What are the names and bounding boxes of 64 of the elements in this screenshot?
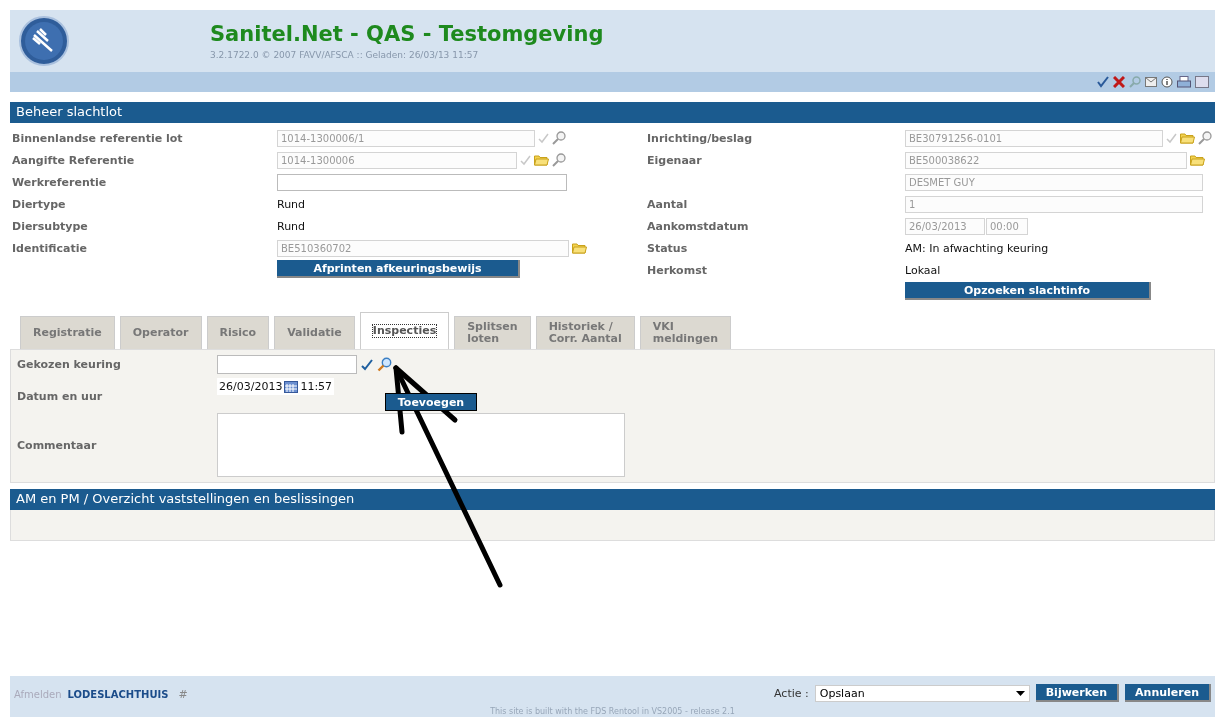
close-icon[interactable]	[1113, 76, 1125, 88]
tab[interactable]: Historiek / Corr. Aantal	[535, 316, 635, 349]
field-label: Aantal	[647, 197, 689, 211]
tab[interactable]: Inspecties	[359, 312, 450, 349]
field-value: Rund	[277, 197, 306, 211]
section-title-bar: AM en PM / Overzicht vaststellingen en beslissingen	[10, 489, 1215, 510]
folder-icon[interactable]	[534, 154, 549, 166]
user-name: LODESLACHTHUIS	[67, 689, 169, 700]
logout-link[interactable]: Afmelden	[14, 689, 62, 700]
field-label: Identificatie	[12, 241, 88, 255]
field-value: Rund	[277, 219, 306, 233]
field-label: Binnenlandse referentie lot	[12, 131, 184, 145]
caret-icon[interactable]	[1015, 690, 1025, 696]
section-title-bar: Beheer slachtlot	[10, 102, 1215, 123]
field-value: AM: In afwachting keuring	[905, 241, 1049, 255]
comment-field[interactable]	[217, 413, 625, 477]
field-label: Gekozen keuring	[17, 358, 122, 371]
version-text: 3.2.1722.0 © 2007 FAVV/AFSCA :: Geladen: 26/03/13 11:57	[210, 50, 480, 60]
field-label: Diersubtype	[12, 219, 89, 233]
envelope-icon[interactable]	[1145, 77, 1157, 87]
field-label: Inrichting/beslag	[647, 131, 754, 145]
action-label: Actie :	[774, 686, 809, 700]
action-button[interactable]: Afprinten afkeuringsbewijs	[277, 260, 520, 278]
search-icon[interactable]	[377, 357, 392, 372]
tab[interactable]: Operator	[119, 316, 202, 349]
field-label: Aankomstdatum	[647, 219, 750, 233]
field-label: Diertype	[12, 197, 67, 211]
field-value: Lokaal	[905, 263, 941, 277]
check-icon[interactable]	[361, 358, 373, 371]
logo-icon	[18, 15, 70, 67]
date-value[interactable]: 26/03/2013	[219, 380, 283, 393]
calendar-icon[interactable]	[284, 380, 299, 393]
update-button[interactable]: Bijwerken	[1035, 684, 1120, 702]
field-label: Status	[647, 241, 689, 255]
hash-link[interactable]: #	[178, 688, 188, 701]
printer-icon[interactable]	[1177, 75, 1191, 89]
time-value[interactable]: 11:57	[300, 380, 333, 393]
search-icon[interactable]	[1198, 131, 1212, 145]
info-icon[interactable]	[1161, 76, 1173, 88]
field-label: Werkreferentie	[12, 175, 108, 189]
document-icon[interactable]	[1195, 76, 1209, 88]
folder-icon[interactable]	[572, 242, 587, 254]
field-label: Aangifte Referentie	[12, 153, 136, 167]
cancel-button[interactable]: Annuleren	[1125, 684, 1211, 702]
field-label: Herkomst	[647, 263, 708, 277]
folder-icon[interactable]	[1180, 132, 1195, 144]
field-label: Commentaar	[17, 438, 98, 452]
tab[interactable]: VKI meldingen	[639, 316, 732, 349]
field-label: Eigenaar	[647, 153, 703, 167]
folder-icon[interactable]	[1190, 154, 1205, 166]
tab[interactable]: Validatie	[274, 316, 355, 349]
add-button[interactable]: Toevoegen	[385, 393, 477, 411]
tab[interactable]: Risico	[206, 316, 270, 349]
action-button[interactable]: Opzoeken slachtinfo	[905, 282, 1151, 300]
input-field[interactable]	[277, 173, 567, 191]
input-field[interactable]	[217, 355, 357, 374]
tab[interactable]: Registratie	[20, 316, 115, 349]
field-label: Datum en uur	[17, 390, 104, 403]
check-icon[interactable]	[1097, 76, 1109, 88]
app-title: Sanitel.Net - QAS - Testomgeving	[210, 22, 604, 46]
action-dropdown[interactable]: Opslaan	[814, 684, 1030, 702]
tab[interactable]: Splitsen loten	[454, 316, 531, 349]
search-icon[interactable]	[552, 153, 566, 167]
search-icon[interactable]	[552, 131, 566, 145]
